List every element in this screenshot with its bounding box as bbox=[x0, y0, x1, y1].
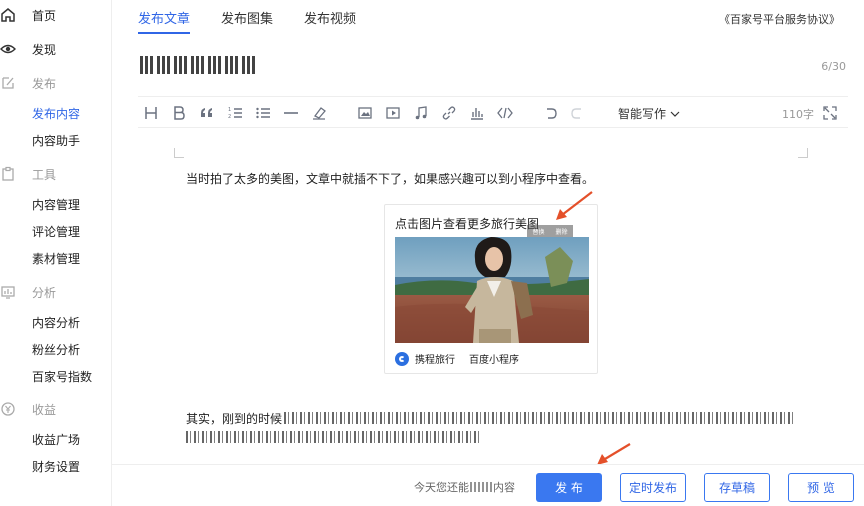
sidebar-group-publish: 发布 bbox=[0, 73, 56, 93]
code-icon[interactable] bbox=[496, 104, 514, 122]
sidebar-group-label: 分析 bbox=[32, 285, 57, 300]
card-platform: 百度小程序 bbox=[469, 355, 519, 366]
card-footer: 携程旅行 百度小程序 bbox=[395, 351, 519, 366]
annotation-arrow-icon bbox=[556, 191, 593, 220]
undo-icon[interactable] bbox=[542, 104, 560, 122]
mini-program-card[interactable]: 点击图片查看更多旅行美图 替换 删除 携程旅行 百度小程序 bbox=[384, 204, 598, 374]
sidebar-item-discover[interactable]: 发现 bbox=[0, 39, 56, 59]
bar-chart-icon[interactable] bbox=[468, 104, 486, 122]
divider-icon[interactable] bbox=[282, 104, 300, 122]
sidebar-group-label: 发布 bbox=[32, 76, 57, 91]
sidebar-group-label: 收益 bbox=[32, 402, 57, 417]
yen-coin-icon bbox=[0, 401, 16, 417]
publish-footer: 今天您还能 内容 发 布 定时发布 存草稿 预 览 bbox=[112, 464, 864, 506]
sidebar-item-content-assistant[interactable]: 内容助手 bbox=[32, 130, 80, 150]
card-delete-button[interactable]: 删除 bbox=[555, 227, 567, 236]
sidebar-item-finance-settings[interactable]: 财务设置 bbox=[32, 456, 80, 476]
edit-icon bbox=[0, 75, 16, 91]
save-draft-button[interactable]: 存草稿 bbox=[704, 473, 770, 502]
sidebar-group-analysis: 分析 bbox=[0, 282, 56, 302]
title-char-counter: 6/30 bbox=[821, 60, 846, 73]
remaining-quota: 今天您还能 内容 bbox=[414, 479, 515, 495]
bold-icon[interactable] bbox=[170, 104, 188, 122]
card-app-name: 携程旅行 bbox=[415, 355, 455, 366]
schedule-publish-button[interactable]: 定时发布 bbox=[620, 473, 686, 502]
editor-toolbar: 12 智能写作 110字 bbox=[138, 96, 848, 128]
card-title: 点击图片查看更多旅行美图 bbox=[395, 217, 540, 231]
sidebar-item-content-manage[interactable]: 内容管理 bbox=[32, 194, 80, 214]
paragraph-start-text: 其实，刚到的时候 bbox=[186, 412, 283, 426]
image-icon[interactable] bbox=[356, 104, 374, 122]
sidebar-item-home[interactable]: 首页 bbox=[0, 5, 56, 25]
editor-paragraph[interactable]: 当时拍了太多的美图，文章中就插不下了，如果感兴趣可以到小程序中查看。 bbox=[186, 170, 594, 187]
smart-writing-dropdown[interactable]: 智能写作 bbox=[618, 105, 680, 122]
heading-icon[interactable] bbox=[142, 104, 160, 122]
sidebar-item-label: 发现 bbox=[32, 42, 57, 57]
fullscreen-icon[interactable] bbox=[822, 105, 838, 121]
eye-icon bbox=[0, 41, 16, 57]
sidebar-item-publish-content[interactable]: 发布内容 bbox=[32, 103, 80, 123]
quote-icon[interactable] bbox=[198, 104, 216, 122]
chart-icon bbox=[0, 284, 16, 300]
sidebar-group-label: 工具 bbox=[32, 167, 57, 182]
service-agreement-link[interactable]: 《百家号平台服务协议》 bbox=[719, 11, 840, 27]
sidebar: 首页 发现 发布 发布内容 内容助手 工具 内容管理 评论管理 素材管理 分析 … bbox=[0, 0, 112, 506]
card-replace-button[interactable]: 替换 bbox=[532, 227, 544, 236]
editor-corner-mark bbox=[174, 148, 184, 158]
title-text-redacted bbox=[140, 56, 256, 74]
editor-paragraph[interactable]: 其实，刚到的时候 bbox=[186, 410, 282, 427]
svg-text:1: 1 bbox=[228, 107, 231, 113]
sidebar-item-content-analysis[interactable]: 内容分析 bbox=[32, 312, 80, 332]
sidebar-group-tools: 工具 bbox=[0, 164, 56, 184]
publish-tabs: 发布文章 发布图集 发布视频 bbox=[138, 8, 387, 36]
sidebar-item-material-manage[interactable]: 素材管理 bbox=[32, 248, 80, 268]
music-icon[interactable] bbox=[412, 104, 430, 122]
sidebar-item-comment-manage[interactable]: 评论管理 bbox=[32, 221, 80, 241]
chevron-down-icon bbox=[670, 111, 680, 117]
clipboard-icon bbox=[0, 166, 16, 182]
bullet-list-icon[interactable] bbox=[254, 104, 272, 122]
sidebar-item-label: 首页 bbox=[32, 8, 57, 23]
app-root: 首页 发现 发布 发布内容 内容助手 工具 内容管理 评论管理 素材管理 分析 … bbox=[0, 0, 864, 506]
sidebar-group-income: 收益 bbox=[0, 399, 56, 419]
ctrip-logo-icon bbox=[395, 351, 409, 366]
sidebar-item-bjh-index[interactable]: 百家号指数 bbox=[32, 366, 92, 386]
redacted-text bbox=[186, 431, 480, 443]
video-icon[interactable] bbox=[384, 104, 402, 122]
publish-button[interactable]: 发 布 bbox=[536, 473, 602, 502]
redo-icon[interactable] bbox=[568, 104, 586, 122]
sidebar-item-fans-analysis[interactable]: 粉丝分析 bbox=[32, 339, 80, 359]
ordered-list-icon[interactable]: 12 bbox=[226, 104, 244, 122]
remaining-suffix: 内容 bbox=[493, 481, 515, 494]
tab-publish-video[interactable]: 发布视频 bbox=[304, 8, 356, 34]
tab-publish-article[interactable]: 发布文章 bbox=[138, 8, 191, 34]
svg-text:2: 2 bbox=[228, 114, 231, 120]
link-icon[interactable] bbox=[440, 104, 458, 122]
eraser-icon[interactable] bbox=[310, 104, 328, 122]
title-input[interactable]: 6/30 bbox=[138, 54, 848, 82]
home-icon bbox=[0, 7, 16, 23]
sidebar-item-income-plaza[interactable]: 收益广场 bbox=[32, 429, 80, 449]
smart-writing-label: 智能写作 bbox=[618, 107, 667, 121]
editor-corner-mark bbox=[798, 148, 808, 158]
redacted-text bbox=[284, 412, 794, 424]
redacted-number bbox=[470, 482, 492, 492]
tab-publish-gallery[interactable]: 发布图集 bbox=[221, 8, 273, 34]
card-cover-image[interactable] bbox=[395, 237, 589, 343]
preview-button[interactable]: 预 览 bbox=[788, 473, 854, 502]
word-count: 110字 bbox=[782, 108, 814, 121]
remaining-prefix: 今天您还能 bbox=[414, 481, 469, 494]
